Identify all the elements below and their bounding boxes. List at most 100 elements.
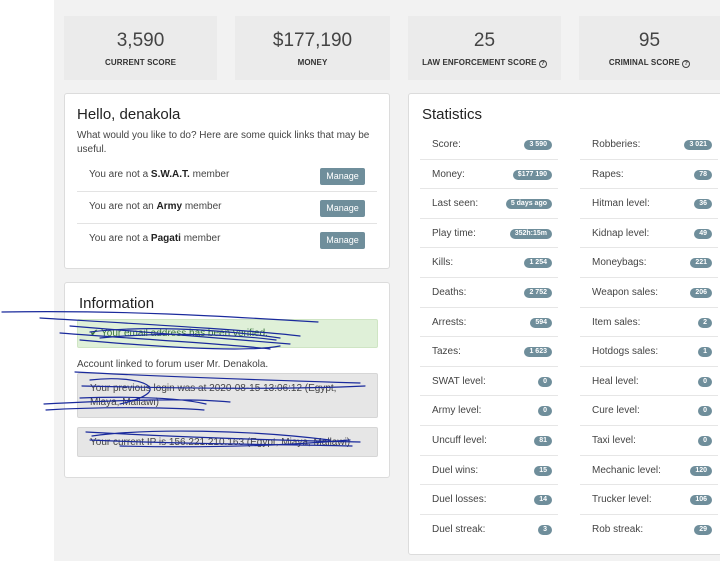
stat-row: Arrests: 594 — [420, 308, 558, 338]
stat-badge: 206 — [690, 287, 712, 298]
stat-row: Item sales: 2 — [580, 308, 718, 338]
stat-row: Army level: 0 — [420, 396, 558, 426]
stat-row: Taxi level: 0 — [580, 426, 718, 456]
current-score-value: 3,590 — [116, 30, 165, 51]
stat-badge: 352h:15m — [509, 228, 552, 239]
stat-label: Uncuff level: — [432, 434, 487, 446]
stat-badge: 36 — [694, 199, 712, 210]
stat-label: Cure level: — [592, 405, 640, 417]
stat-badge: 0 — [698, 376, 712, 387]
stat-row: Cure level: 0 — [580, 396, 718, 426]
statistics-title: Statistics — [422, 106, 483, 123]
stat-badge: 0 — [698, 435, 712, 446]
stat-label: Mechanic level: — [592, 464, 661, 476]
stat-row: Trucker level: 106 — [580, 485, 718, 515]
manage-army-button[interactable]: Manage — [320, 200, 365, 217]
stat-badge: 1 254 — [524, 258, 552, 269]
membership-row-swat: You are not a S.W.A.T. member Manage — [77, 160, 377, 192]
stat-row: Mechanic level: 120 — [580, 456, 718, 486]
criminal-score-card: 95 CRIMINAL SCORE ? — [579, 16, 720, 80]
stat-label: Hotdogs sales: — [592, 346, 659, 358]
email-verified-alert: ✔︎ Your email address has been verified. — [77, 319, 378, 348]
stat-badge: 0 — [538, 406, 552, 417]
check-circle-icon: ✔︎ — [90, 328, 99, 339]
stat-row: Last seen: 5 days ago — [420, 189, 558, 219]
stat-badge: 78 — [694, 169, 712, 180]
help-icon[interactable]: ? — [538, 60, 547, 68]
stat-row: Tazes: 1 623 — [420, 337, 558, 367]
help-icon[interactable]: ? — [682, 60, 691, 68]
stat-row: Kidnap level: 49 — [580, 219, 718, 249]
information-title: Information — [79, 295, 155, 312]
stat-label: Arrests: — [432, 316, 467, 328]
stat-label: Duel losses: — [432, 494, 487, 506]
criminal-score-value: 95 — [638, 30, 661, 51]
stat-badge: 3 021 — [684, 140, 712, 150]
membership-row-pagati: You are not a Pagati member Manage — [77, 224, 377, 256]
manage-pagati-button[interactable]: Manage — [320, 232, 365, 249]
stat-badge: 81 — [534, 435, 552, 446]
stat-label: Moneybags: — [592, 257, 647, 269]
stat-label: Duel wins: — [432, 464, 479, 476]
stat-label: Play time: — [432, 227, 476, 239]
last-login-box: Your previous login was at 2020-08-15 13… — [77, 373, 378, 418]
stat-label: Robberies: — [592, 139, 641, 150]
stat-badge: 29 — [694, 524, 712, 535]
current-ip-box: Your current IP is 156.221.210.163 (Egyp… — [77, 427, 378, 457]
stat-badge: 106 — [690, 495, 712, 506]
stat-row: Hitman level: 36 — [580, 189, 718, 219]
money-card: $177,190 MONEY — [235, 16, 390, 80]
stat-row: Money: $177 190 — [420, 160, 558, 190]
stat-row: Weapon sales: 206 — [580, 278, 718, 308]
stat-row: Kills: 1 254 — [420, 248, 558, 278]
hello-title: Hello, denakola — [77, 106, 181, 123]
stat-label: Item sales: — [592, 316, 641, 328]
criminal-score-label: CRIMINAL SCORE ? — [579, 58, 720, 68]
stat-label: Rob streak: — [592, 523, 644, 535]
stat-badge: 49 — [694, 228, 712, 239]
stat-label: Score: — [432, 139, 461, 150]
membership-text: You are not a Pagati member — [89, 233, 221, 244]
stat-row: Rob streak: 29 — [580, 515, 718, 545]
stat-row: Play time: 352h:15m — [420, 219, 558, 249]
stat-badge: 594 — [530, 317, 552, 328]
law-enforcement-score-card: 25 LAW ENFORCEMENT SCORE ? — [408, 16, 561, 80]
stat-row: Duel losses: 14 — [420, 485, 558, 515]
stat-row: Duel wins: 15 — [420, 456, 558, 486]
stat-row: Moneybags: 221 — [580, 248, 718, 278]
stat-badge: 1 — [698, 347, 712, 358]
stat-row: Score: 3 590 — [420, 130, 558, 160]
membership-text: You are not an Army member — [89, 201, 222, 212]
stat-label: Taxi level: — [592, 434, 636, 446]
stat-row: Uncuff level: 81 — [420, 426, 558, 456]
stat-badge: 120 — [690, 465, 712, 476]
stat-label: Heal level: — [592, 375, 639, 387]
stat-row: Deaths: 2 752 — [420, 278, 558, 308]
stat-label: Money: — [432, 168, 465, 180]
stat-badge: 5 days ago — [505, 199, 552, 210]
stat-label: Kills: — [432, 257, 454, 269]
statistics-left-column: Score: 3 590 Money: $177 190 Last seen: 5 day… — [420, 130, 558, 544]
law-enforcement-score-label: LAW ENFORCEMENT SCORE ? — [408, 58, 561, 68]
information-panel: Information ✔︎ Your email address has be… — [64, 282, 390, 478]
manage-swat-button[interactable]: Manage — [320, 168, 365, 185]
stat-label: Rapes: — [592, 168, 624, 180]
stat-row: Duel streak: 3 — [420, 515, 558, 545]
stat-label: SWAT level: — [432, 375, 486, 387]
stat-label: Kidnap level: — [592, 227, 650, 239]
stat-row: Heal level: 0 — [580, 367, 718, 397]
stat-badge: 2 — [698, 317, 712, 328]
stat-row: Robberies: 3 021 — [580, 130, 718, 160]
stat-badge: 3 — [538, 524, 552, 535]
stat-row: Hotdogs sales: 1 — [580, 337, 718, 367]
current-score-card: 3,590 CURRENT SCORE — [64, 16, 217, 80]
stat-label: Weapon sales: — [592, 286, 658, 298]
membership-row-army: You are not an Army member Manage — [77, 192, 377, 224]
stat-label: Last seen: — [432, 198, 479, 210]
hello-intro: What would you like to do? Here are some… — [77, 130, 370, 155]
law-enforcement-score-value: 25 — [473, 30, 496, 51]
stat-row: Rapes: 78 — [580, 160, 718, 190]
money-label: MONEY — [297, 58, 328, 67]
stat-badge: 0 — [698, 406, 712, 417]
stat-badge: 15 — [534, 465, 552, 476]
